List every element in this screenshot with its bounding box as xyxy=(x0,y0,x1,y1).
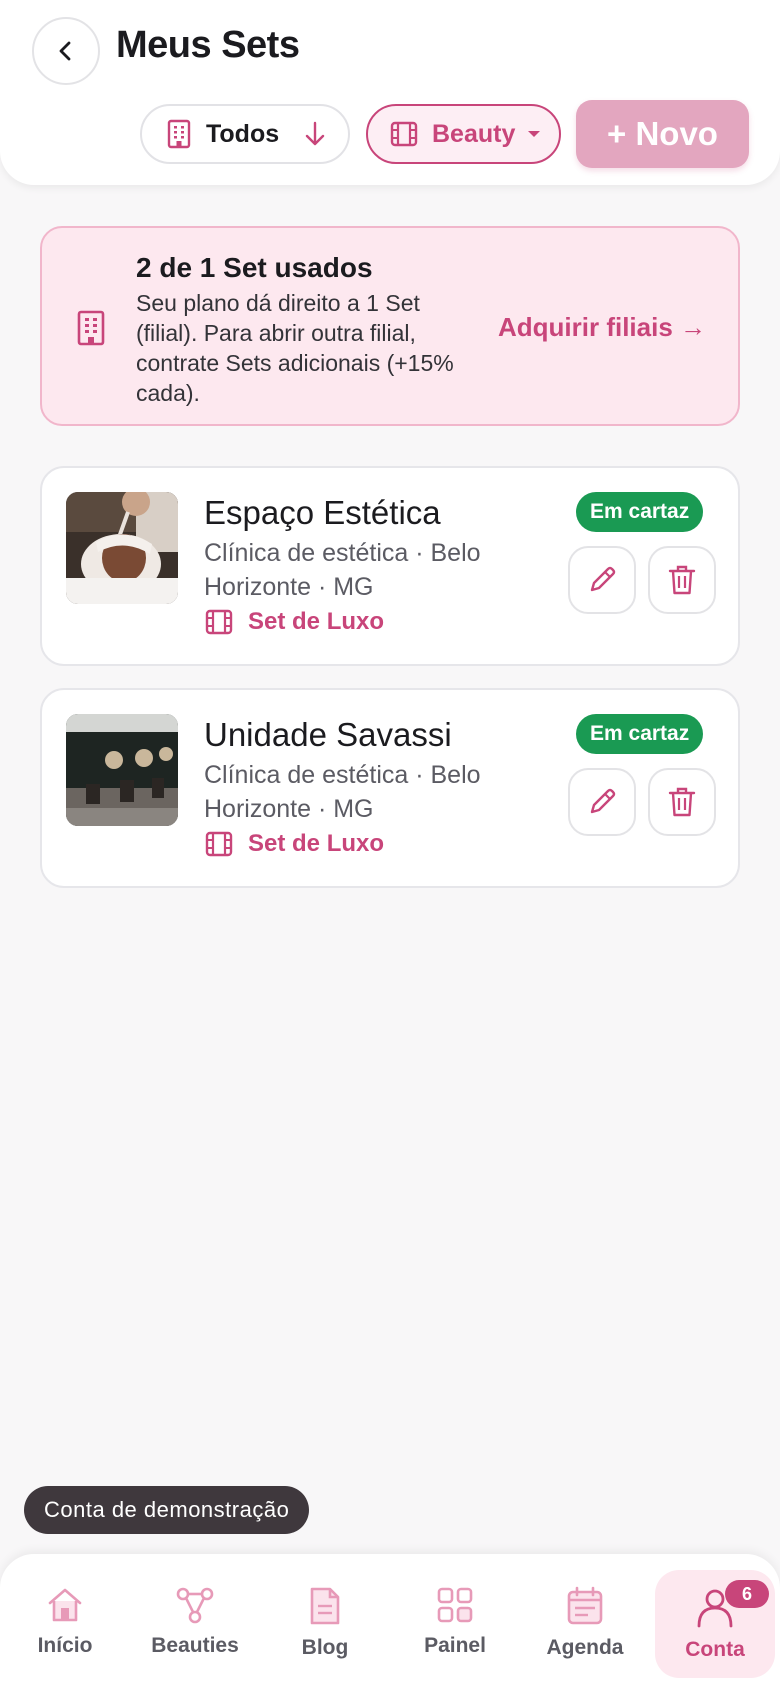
nav-item-conta[interactable]: Conta 6 xyxy=(655,1570,775,1678)
film-icon xyxy=(205,831,233,857)
set-subtitle: Clínica de estética · Belo Horizonte · M… xyxy=(204,539,481,601)
arrow-down-icon xyxy=(305,121,325,146)
set-type-label: Set de Luxo xyxy=(248,608,385,635)
plan-usage-banner: 2 de 1 Set usados Seu plano dá direito a… xyxy=(40,226,740,426)
filter-todos-label: Todos xyxy=(206,119,280,148)
nav-item-blog[interactable]: Blog xyxy=(265,1554,385,1688)
pencil-icon xyxy=(590,566,616,592)
set-card[interactable]: Espaço Estética Clínica de estética · Be… xyxy=(40,466,740,666)
nav-item-inicio[interactable]: Início xyxy=(5,1554,125,1688)
filter-beauty-label: Beauty xyxy=(432,119,516,148)
delete-button[interactable] xyxy=(648,768,716,836)
caret-down-icon xyxy=(528,131,541,137)
nav-item-beauties[interactable]: Beauties xyxy=(135,1554,255,1688)
demo-account-badge: Conta de demonstração xyxy=(24,1486,310,1534)
trash-icon xyxy=(668,787,696,817)
nav-label: Agenda xyxy=(546,1636,624,1659)
nav-item-agenda[interactable]: Agenda xyxy=(525,1554,645,1688)
set-name: Espaço Estética xyxy=(204,494,441,531)
nav-label: Blog xyxy=(301,1636,349,1659)
set-subtitle: Clínica de estética · Belo Horizonte · M… xyxy=(204,761,481,823)
nav-label: Conta xyxy=(685,1638,745,1661)
set-thumbnail xyxy=(66,714,178,826)
acquire-branches-link[interactable]: Adquirir filiais → xyxy=(498,312,706,343)
set-thumbnail xyxy=(66,492,178,604)
edit-button[interactable] xyxy=(568,768,636,836)
nav-label: Painel xyxy=(424,1634,486,1657)
set-card[interactable]: Unidade Savassi Clínica de estética · Be… xyxy=(40,688,740,888)
bottom-nav: Início Beauties Blog Painel Agenda Conta… xyxy=(0,1554,780,1688)
set-name: Unidade Savassi xyxy=(204,716,452,753)
nav-label: Início xyxy=(37,1634,93,1657)
back-button[interactable] xyxy=(32,17,100,85)
pencil-icon xyxy=(590,788,616,814)
nav-label: Beauties xyxy=(151,1634,239,1657)
calendar-icon xyxy=(567,1586,603,1625)
new-set-button[interactable]: + Novo xyxy=(576,100,749,168)
status-badge: Em cartaz xyxy=(576,714,704,754)
document-icon xyxy=(310,1587,340,1625)
trash-icon xyxy=(668,565,696,595)
home-icon xyxy=(48,1588,82,1622)
filter-beauty-select[interactable]: Beauty xyxy=(366,104,561,164)
notification-count-badge: 6 xyxy=(725,1580,769,1608)
network-icon xyxy=(176,1587,214,1624)
set-type-label: Set de Luxo xyxy=(248,830,385,857)
set-type: Set de Luxo xyxy=(204,830,384,858)
top-header: Meus Sets Todos Beauty + Novo xyxy=(0,0,780,185)
film-icon xyxy=(390,121,418,147)
building-icon xyxy=(77,310,105,346)
banner-title: 2 de 1 Set usados xyxy=(136,252,373,283)
building-icon xyxy=(167,119,191,149)
filter-todos-button[interactable]: Todos xyxy=(140,104,350,164)
banner-text: Seu plano dá direito a 1 Set (filial). P… xyxy=(136,290,454,406)
page-title: Meus Sets xyxy=(116,24,300,66)
grid-icon xyxy=(437,1587,473,1623)
delete-button[interactable] xyxy=(648,546,716,614)
set-type: Set de Luxo xyxy=(204,608,384,636)
status-badge: Em cartaz xyxy=(576,492,704,532)
edit-button[interactable] xyxy=(568,546,636,614)
film-icon xyxy=(205,609,233,635)
nav-item-painel[interactable]: Painel xyxy=(395,1554,515,1688)
chevron-left-icon xyxy=(59,41,71,61)
